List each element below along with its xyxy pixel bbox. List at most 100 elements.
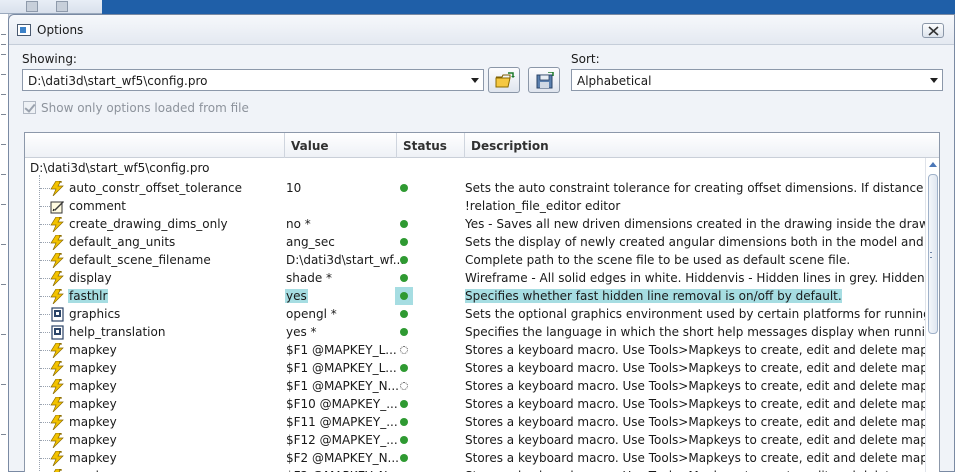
status-indicator-icon xyxy=(400,454,408,462)
option-description: Stores a keyboard macro. Use Tools>Mapke… xyxy=(465,451,940,465)
chevron-down-icon xyxy=(930,78,938,83)
option-description: Specifies whether fast hidden line remov… xyxy=(465,289,842,303)
vertical-scrollbar[interactable] xyxy=(925,158,939,472)
table-row[interactable]: fasthlr yes Specifies whether fast hidden … xyxy=(25,287,925,305)
showing-label: Showing: xyxy=(22,52,77,66)
tree-branch-line xyxy=(40,350,50,351)
lightning-icon xyxy=(50,360,65,377)
toolbar-icon xyxy=(56,1,68,12)
table-row[interactable]: graphics opengl * Sets the optional graphi… xyxy=(25,305,939,323)
column-header-description[interactable]: Description xyxy=(471,139,549,153)
tree-branch-line xyxy=(40,386,50,387)
option-value[interactable]: shade * xyxy=(285,271,333,285)
option-value[interactable]: yes xyxy=(285,289,308,303)
toolbar-icon xyxy=(26,1,38,12)
option-name: default_scene_filename xyxy=(69,253,211,267)
save-disk-icon xyxy=(536,72,554,89)
option-name: mapkey xyxy=(69,415,117,429)
status-indicator-icon xyxy=(400,400,408,408)
tree-branch-line xyxy=(40,332,50,333)
sort-value: Alphabetical xyxy=(577,74,652,88)
status-indicator-icon xyxy=(400,364,408,372)
status-indicator-icon xyxy=(400,220,408,228)
option-name: mapkey xyxy=(69,433,117,447)
tree-branch-line xyxy=(40,188,50,189)
background-app-header xyxy=(102,0,955,14)
option-value[interactable]: $F2 @MAPKEY_N... xyxy=(285,451,400,465)
scrollbar-grip xyxy=(930,252,932,258)
option-value[interactable]: $F1 @MAPKEY_N... xyxy=(285,379,400,393)
option-name: default_ang_units xyxy=(69,235,176,249)
option-name: auto_constr_offset_tolerance xyxy=(69,181,243,195)
status-indicator-icon xyxy=(400,382,408,390)
table-row[interactable]: mapkey $F1 @MAPKEY_L... Stores a keyboard … xyxy=(25,341,939,359)
tree-branch-line xyxy=(40,314,50,315)
option-description: Yes - Saves all new driven dimensions cr… xyxy=(465,217,940,231)
table-row[interactable]: mapkey$F2 @MAPKEY_N...Stores a keyboard … xyxy=(25,467,939,472)
option-value[interactable]: no * xyxy=(285,217,312,231)
table-row[interactable]: comment !relation_file_editor editor xyxy=(25,197,925,215)
sort-label: Sort: xyxy=(571,52,600,66)
option-value[interactable]: $F12 @MAPKEY_... xyxy=(285,433,399,447)
open-file-button[interactable] xyxy=(488,67,520,93)
option-name: mapkey xyxy=(69,379,117,393)
table-row[interactable]: mapkey $F1 @MAPKEY_L... Stores a keyboard … xyxy=(25,359,939,377)
status-indicator-icon xyxy=(400,184,408,192)
table-row[interactable]: auto_constr_offset_tolerance 10 Sets the a… xyxy=(25,179,939,197)
option-name: help_translation xyxy=(69,325,166,339)
tree-branch-line xyxy=(40,404,50,405)
option-value[interactable]: $F10 @MAPKEY_... xyxy=(285,397,399,411)
lightning-icon xyxy=(50,234,65,251)
option-name: mapkey xyxy=(69,451,117,465)
lightning-icon xyxy=(50,450,65,467)
showing-dropdown[interactable]: D:\dati3d\start_wf5\config.pro xyxy=(22,69,484,91)
table-row[interactable]: create_drawing_dims_only no * Yes - Saves … xyxy=(25,215,939,233)
lightning-icon xyxy=(50,342,65,359)
tree-branch-line xyxy=(40,296,50,297)
lightning-icon xyxy=(50,432,65,449)
option-description: Wireframe - All solid edges in white. Hi… xyxy=(465,271,940,285)
column-header-value[interactable]: Value xyxy=(291,139,329,153)
option-description: Specifies the language in which the shor… xyxy=(465,325,940,339)
option-value[interactable]: opengl * xyxy=(285,307,338,321)
status-indicator-icon xyxy=(400,418,408,426)
option-name: display xyxy=(69,271,112,285)
tree-root-config-file[interactable]: D:\dati3d\start_wf5\config.pro xyxy=(30,161,209,175)
option-name: fasthlr xyxy=(68,289,109,303)
option-description: Stores a keyboard macro. Use Tools>Mapke… xyxy=(465,415,940,429)
table-row[interactable]: mapkey $F10 @MAPKEY_... Stores a keyboard … xyxy=(25,395,939,413)
option-description: Sets the optional graphics environment u… xyxy=(465,307,940,321)
table-row[interactable]: default_ang_units ang_sec Sets the display… xyxy=(25,233,939,251)
option-value[interactable]: ang_sec xyxy=(285,235,336,249)
option-value[interactable]: 10 xyxy=(285,181,302,195)
save-file-button[interactable] xyxy=(528,67,560,93)
column-header-status[interactable]: Status xyxy=(403,139,447,153)
edit-icon xyxy=(50,199,65,214)
option-value[interactable]: $F11 @MAPKEY_... xyxy=(285,415,399,429)
close-button[interactable] xyxy=(922,23,944,38)
table-row[interactable]: mapkey $F12 @MAPKEY_... Stores a keyboard … xyxy=(25,431,939,449)
table-header: Value Status Description xyxy=(25,133,939,158)
monitor-icon xyxy=(50,325,65,340)
option-value[interactable]: yes * xyxy=(285,325,318,339)
table-row[interactable]: mapkey $F1 @MAPKEY_N... Stores a keyboard … xyxy=(25,377,939,395)
sort-dropdown[interactable]: Alphabetical xyxy=(571,69,943,91)
option-value[interactable]: $F1 @MAPKEY_L... xyxy=(285,343,398,357)
show-loaded-checkbox[interactable] xyxy=(23,101,36,114)
tree-branch-line xyxy=(40,458,50,459)
tree-branch-line xyxy=(40,206,50,207)
option-value[interactable]: D:\dati3d\start_wf... xyxy=(285,253,405,267)
option-name: graphics xyxy=(69,307,121,321)
table-row[interactable]: default_scene_filename D:\dati3d\start_wf… xyxy=(25,251,925,269)
tree-branch-line xyxy=(40,260,50,261)
table-row[interactable]: mapkey $F2 @MAPKEY_N... Stores a keyboard … xyxy=(25,449,939,467)
scroll-up-arrow-icon[interactable] xyxy=(929,162,937,167)
title-bar[interactable]: Options xyxy=(9,15,954,45)
option-description: Sets the auto constraint tolerance for c… xyxy=(465,181,940,195)
option-value[interactable]: $F1 @MAPKEY_L... xyxy=(285,361,398,375)
tree-branch-line xyxy=(40,242,50,243)
lightning-icon xyxy=(50,378,65,395)
table-row[interactable]: mapkey $F11 @MAPKEY_... Stores a keyboard … xyxy=(25,413,939,431)
table-row[interactable]: help_translation yes * Specifies the langu… xyxy=(25,323,939,341)
table-row[interactable]: display shade * Wireframe - All solid edge… xyxy=(25,269,939,287)
